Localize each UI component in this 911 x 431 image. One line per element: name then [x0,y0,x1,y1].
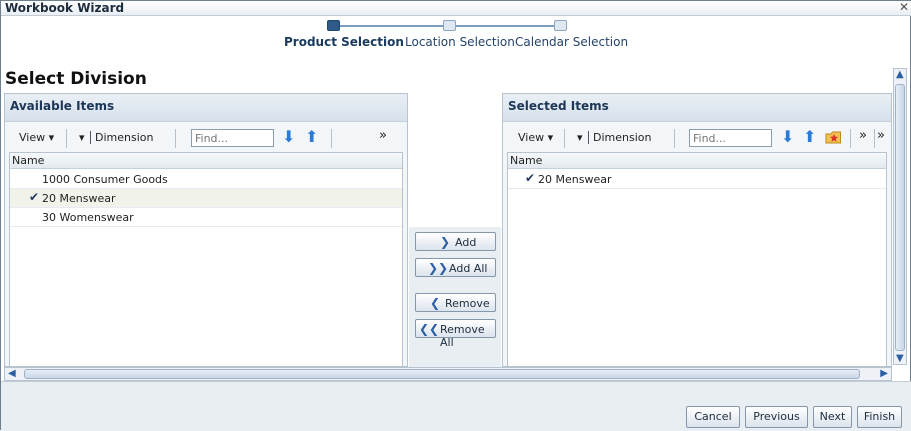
toolbar-divider [564,129,565,148]
view-menu[interactable]: View ▾ [19,131,54,144]
toolbar-divider [331,129,332,148]
next-button[interactable]: Next [813,406,852,428]
train-label-location[interactable]: Location Selection [405,35,515,49]
available-toolbar: View ▾ ▾ Dimension ⬇ ⬆ » [9,127,403,151]
table-row[interactable]: ✔ 20 Menswear [508,170,886,189]
vertical-scroll-thumb[interactable] [895,84,905,351]
column-header-name[interactable]: Name [508,153,886,169]
find-input[interactable] [191,129,274,147]
row-label: 30 Womenswear [42,211,134,224]
previous-button[interactable]: Previous [745,406,808,428]
selected-table: Name ✔ 20 Menswear [507,152,887,366]
window-title: Workbook Wizard [5,1,125,15]
shuttle-controls: ❯ Add ❯❯ Add All ❮ Remove ❮❮ Remove All [409,227,501,367]
vertical-scrollbar[interactable]: ▲ ▼ [893,68,907,365]
add-all-button[interactable]: ❯❯ Add All [415,258,496,277]
row-label: 20 Menswear [42,192,116,205]
double-chevron-right-icon: ❯❯ [428,261,449,275]
check-icon: ✔ [29,190,40,204]
wizard-footer: Cancel Previous Next Finish [1,381,911,431]
add-button[interactable]: ❯ Add [415,232,496,251]
add-all-label: Add All [449,262,488,275]
close-icon[interactable]: ✕ [899,0,909,14]
column-header-name[interactable]: Name [10,153,402,169]
chevron-down-icon: ▾ [577,131,583,144]
table-row[interactable]: 30 Womenswear [10,208,402,227]
find-input[interactable] [689,129,772,147]
selected-toolbar: View ▾ ▾ Dimension ⬇ ⬆ » » [507,127,887,151]
toolbar-divider [674,129,675,148]
chevron-left-icon: ❮ [430,296,441,310]
train-label-product[interactable]: Product Selection [284,35,404,49]
available-items-panel: Available Items View ▾ ▾ Dimension ⬇ ⬆ »… [4,93,408,367]
row-label: 1000 Consumer Goods [42,173,168,186]
train-connector [340,25,449,27]
arrow-down-icon[interactable]: ⬇ [282,127,300,146]
table-row[interactable]: 1000 Consumer Goods [10,170,402,189]
overflow-icon-secondary[interactable]: » [877,128,885,143]
scroll-up-icon[interactable]: ▲ [896,69,904,80]
scroll-down-icon[interactable]: ▼ [896,353,904,364]
folder-star-icon[interactable] [825,130,843,148]
toolbar-divider [175,129,176,148]
toolbar-divider [66,129,67,148]
horizontal-scroll-thumb[interactable] [24,369,860,379]
row-label: 20 Menswear [538,173,612,186]
panel-header: Selected Items [503,94,891,122]
chevron-down-icon: ▾ [79,131,85,144]
scroll-left-icon[interactable]: ◀ [8,368,16,379]
panel-title: Selected Items [508,99,609,113]
available-table: Name 1000 Consumer Goods ✔ 20 Menswear 3… [9,152,403,366]
remove-all-label: Remove All [440,323,485,349]
train-stop-location[interactable] [443,20,456,31]
train-stop-calendar[interactable] [554,20,567,31]
dimension-menu[interactable]: ▾ Dimension [79,131,154,144]
dimension-menu[interactable]: ▾ Dimension [577,131,652,144]
wizard-window: Workbook Wizard ✕ Product Selection Loca… [0,0,911,431]
view-label: View [518,131,545,144]
overflow-icon[interactable]: » [859,128,867,143]
cancel-button[interactable]: Cancel [686,406,740,428]
scroll-right-icon[interactable]: ▶ [880,368,888,379]
view-label: View [19,131,46,144]
horizontal-scrollbar[interactable]: ◀ ▶ [4,367,892,381]
overflow-icon[interactable]: » [379,128,387,143]
chevron-right-icon: ❯ [440,235,451,249]
arrow-up-icon[interactable]: ⬆ [305,127,323,146]
train-connector [456,25,561,27]
page-title: Select Division [5,69,147,89]
dimension-label: Dimension [588,131,652,144]
panel-header: Available Items [5,94,407,122]
remove-all-button[interactable]: ❮❮ Remove All [415,319,496,349]
remove-button[interactable]: ❮ Remove [415,293,496,312]
finish-button[interactable]: Finish [857,406,902,428]
arrow-up-icon[interactable]: ⬆ [803,127,821,146]
view-menu[interactable]: View ▾ [518,131,553,144]
toolbar-divider [850,129,851,148]
remove-label: Remove [445,297,490,310]
title-bar: Workbook Wizard ✕ [1,0,911,16]
selected-items-panel: Selected Items View ▾ ▾ Dimension ⬇ ⬆ [502,93,892,367]
add-label: Add [455,236,477,249]
train-label-calendar[interactable]: Calendar Selection [515,35,628,49]
table-row[interactable]: ✔ 20 Menswear [10,189,402,208]
panel-title: Available Items [10,99,115,113]
double-chevron-left-icon: ❮❮ [419,322,440,336]
toolbar-divider [874,129,875,148]
arrow-down-icon[interactable]: ⬇ [781,127,799,146]
dimension-label: Dimension [90,131,154,144]
check-icon: ✔ [525,171,536,185]
chevron-down-icon: ▾ [48,131,55,144]
chevron-down-icon: ▾ [547,131,554,144]
train-stop-product[interactable] [327,20,340,31]
